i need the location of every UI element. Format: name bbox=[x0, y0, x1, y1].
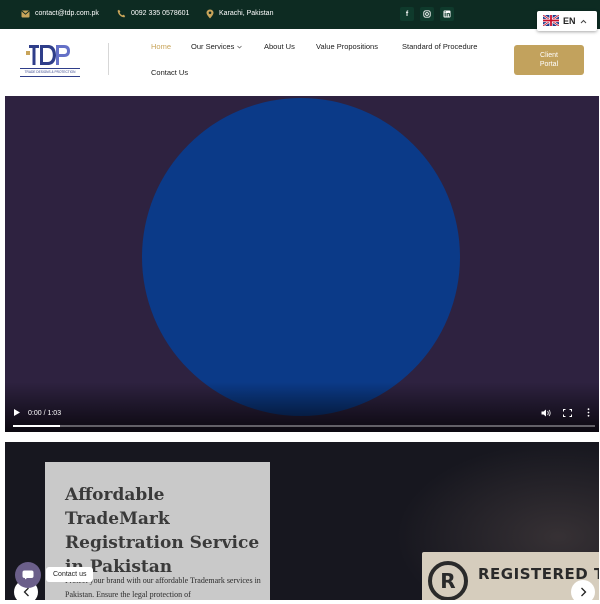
chat-icon bbox=[22, 570, 34, 580]
chevron-up-icon bbox=[580, 16, 587, 26]
hero-banner: Affordable TradeMark Registration Servic… bbox=[5, 442, 599, 600]
location-info: Karachi, Pakistan bbox=[205, 9, 273, 18]
chevron-left-icon bbox=[23, 587, 29, 597]
contact-us-button[interactable] bbox=[15, 562, 41, 588]
hero-description: Protect your brand with our affordable T… bbox=[65, 576, 261, 599]
client-portal-label-line2: Portal bbox=[539, 61, 559, 68]
volume-icon[interactable] bbox=[541, 409, 551, 419]
uk-flag-icon bbox=[542, 13, 560, 28]
nav-contact-us[interactable]: Contact Us bbox=[151, 68, 188, 77]
linkedin-icon[interactable] bbox=[440, 7, 454, 21]
play-icon[interactable] bbox=[13, 408, 21, 419]
nav-standard-of-procedure[interactable]: Standard of Procedure bbox=[402, 42, 477, 51]
language-selector[interactable]: EN bbox=[537, 11, 597, 31]
email-info[interactable]: contact@tdp.com.pk bbox=[21, 9, 99, 18]
registered-mark-icon: R bbox=[428, 561, 468, 600]
chevron-right-icon bbox=[580, 587, 586, 597]
mail-icon bbox=[21, 9, 30, 18]
slider-next-button[interactable] bbox=[571, 580, 595, 604]
video-progress-fill bbox=[13, 425, 60, 427]
more-options-icon[interactable] bbox=[587, 408, 590, 419]
video-controls: 0:00 / 1:03 bbox=[5, 402, 599, 432]
email-text: contact@tdp.com.pk bbox=[35, 10, 99, 17]
location-text: Karachi, Pakistan bbox=[219, 10, 274, 17]
header-divider bbox=[108, 43, 109, 75]
language-code: EN bbox=[563, 16, 576, 26]
nav-our-services[interactable]: Our Services bbox=[191, 42, 243, 51]
client-portal-label-line1: Client bbox=[540, 52, 558, 59]
video-player[interactable]: 0:00 / 1:03 bbox=[5, 96, 599, 432]
location-pin-icon bbox=[205, 9, 214, 18]
phone-icon bbox=[117, 9, 126, 18]
facebook-icon[interactable]: f bbox=[400, 7, 414, 21]
site-header: TRADE DESIGNS & PROTECTION Home Our Serv… bbox=[0, 29, 600, 96]
video-progress-track[interactable] bbox=[13, 425, 595, 427]
nav-value-propositions[interactable]: Value Propositions bbox=[316, 42, 378, 51]
top-bar: contact@tdp.com.pk 0092 335 0578601 Kara… bbox=[0, 0, 600, 29]
phone-info[interactable]: 0092 335 0578601 bbox=[117, 9, 189, 18]
site-logo[interactable]: TRADE DESIGNS & PROTECTION bbox=[18, 43, 82, 79]
client-portal-button[interactable]: Client Portal bbox=[514, 45, 584, 75]
video-time: 0:00 / 1:03 bbox=[28, 410, 62, 417]
nav-about-us[interactable]: About Us bbox=[264, 42, 295, 51]
phone-text: 0092 335 0578601 bbox=[131, 10, 190, 17]
nav-our-services-label: Our Services bbox=[191, 42, 235, 51]
video-frame-graphic bbox=[142, 98, 460, 416]
fullscreen-icon[interactable] bbox=[563, 409, 572, 419]
hero-title: Affordable TradeMark Registration Servic… bbox=[65, 485, 260, 577]
logo-tagline: TRADE DESIGNS & PROTECTION bbox=[24, 70, 76, 74]
chevron-down-icon bbox=[237, 45, 243, 49]
nav-home[interactable]: Home bbox=[151, 42, 171, 51]
contact-us-label[interactable]: Contact us bbox=[46, 567, 94, 582]
instagram-icon[interactable] bbox=[420, 7, 434, 21]
